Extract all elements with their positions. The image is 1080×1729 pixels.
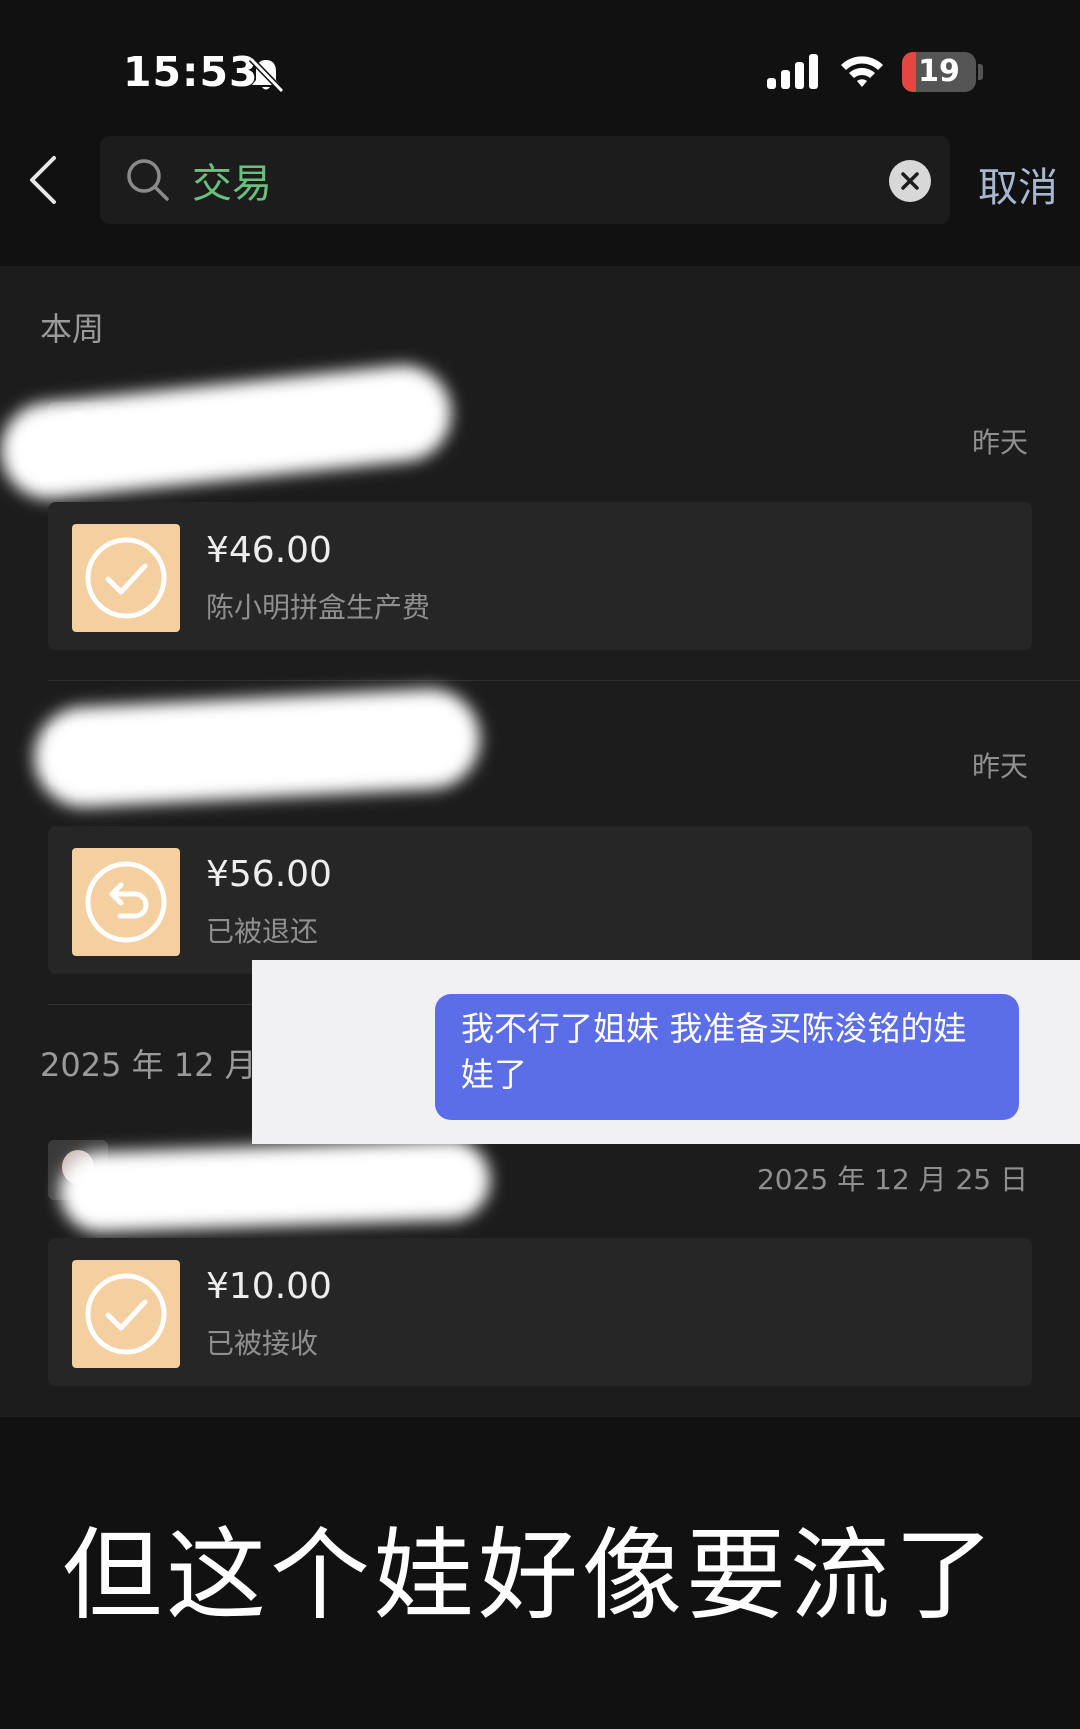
close-icon	[901, 172, 919, 190]
chat-message-text: 我不行了姐妹 我准备买陈浚铭的娃娃了	[461, 1009, 967, 1094]
transaction-date: 昨天	[971, 426, 1028, 459]
redaction-scribble	[31, 686, 483, 810]
transaction-status: 已被退还	[206, 915, 319, 948]
chat-message-bubble: 我不行了姐妹 我准备买陈浚铭的娃娃了	[435, 994, 1019, 1120]
battery-cap	[978, 64, 983, 80]
battery-indicator: 19	[902, 52, 976, 92]
back-button[interactable]	[18, 152, 68, 208]
section-header-december: 2025 年 12 月	[40, 1046, 257, 1084]
return-arrow-icon	[85, 861, 167, 943]
checkmark-icon	[85, 1273, 167, 1355]
bell-muted-icon	[248, 56, 285, 94]
status-bar: 15:53 19	[0, 0, 1080, 130]
transaction-date: 昨天	[971, 750, 1028, 783]
row-divider	[48, 680, 1080, 681]
checkmark-icon	[85, 537, 167, 619]
search-icon	[127, 159, 169, 201]
status-time: 15:53	[123, 48, 259, 96]
section-header-this-week: 本周	[40, 310, 105, 348]
cancel-button[interactable]: 取消	[978, 155, 1058, 213]
transfer-received-badge	[72, 524, 180, 632]
search-results-list: 本周 昨天 ¥46.00 陈小明拼盒生产费 昨天 ¥56.00 已被退还 202…	[0, 266, 1080, 1417]
transaction-status: 已被接收	[206, 1327, 319, 1360]
transfer-received-badge	[72, 1260, 180, 1368]
transaction-note: 陈小明拼盒生产费	[206, 591, 431, 624]
search-input[interactable]	[192, 148, 842, 212]
chat-screenshot-overlay: 我不行了姐妹 我准备买陈浚铭的娃娃了	[252, 960, 1080, 1144]
transaction-amount: ¥10.00	[206, 1266, 332, 1307]
transaction-card[interactable]: ¥46.00 陈小明拼盒生产费	[48, 502, 1032, 650]
wifi-icon	[841, 56, 883, 87]
cellular-signal-icon	[767, 54, 818, 89]
transaction-amount: ¥56.00	[206, 854, 332, 895]
redaction-scribble	[58, 1138, 492, 1234]
transfer-returned-badge	[72, 848, 180, 956]
transaction-card[interactable]: ¥10.00 已被接收	[48, 1238, 1032, 1386]
redaction-scribble	[0, 360, 456, 504]
clear-search-button[interactable]	[889, 160, 931, 202]
transaction-amount: ¥46.00	[206, 530, 332, 571]
search-box[interactable]	[100, 136, 950, 224]
battery-percent: 19	[918, 54, 960, 89]
transaction-card[interactable]: ¥56.00 已被退还	[48, 826, 1032, 974]
meme-caption: 但这个娃好像要流了	[62, 1517, 998, 1634]
transaction-date: 2025 年 12 月 25 日	[756, 1163, 1028, 1196]
